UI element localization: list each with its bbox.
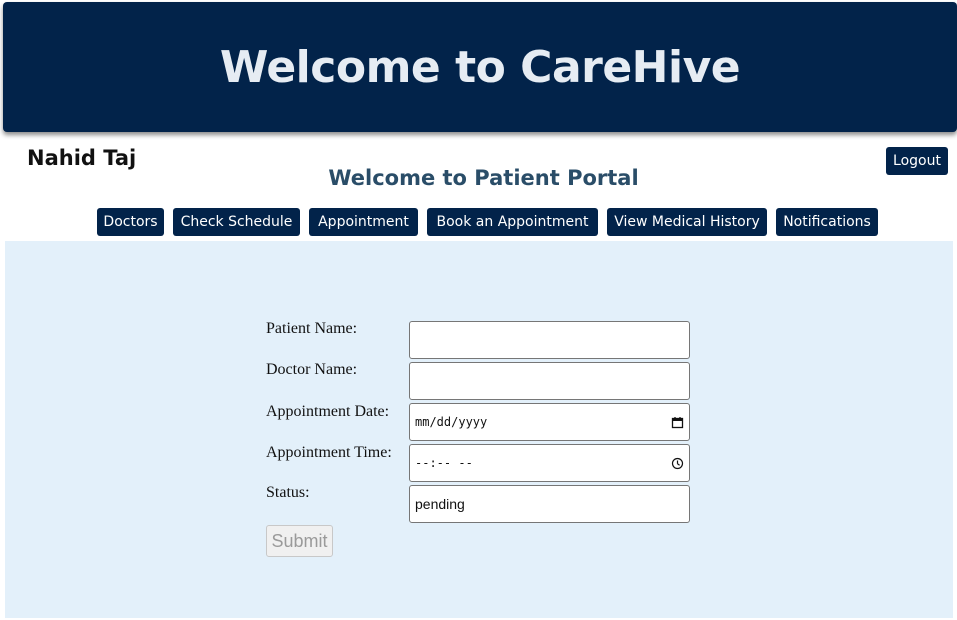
nav-appointment-button[interactable]: Appointment bbox=[309, 208, 418, 236]
nav-doctors-button[interactable]: Doctors bbox=[97, 208, 164, 236]
doctor-name-label: Doctor Name: bbox=[266, 361, 358, 378]
header-banner: Welcome to CareHive bbox=[3, 2, 957, 132]
calendar-icon[interactable] bbox=[671, 416, 684, 429]
nav-notifications-button[interactable]: Notifications bbox=[776, 208, 878, 236]
app-title: Welcome to CareHive bbox=[219, 41, 741, 93]
nav-check-schedule-button[interactable]: Check Schedule bbox=[173, 208, 300, 236]
status-input[interactable] bbox=[409, 485, 690, 523]
doctor-name-input[interactable] bbox=[409, 362, 690, 400]
nav-medical-history-button[interactable]: View Medical History bbox=[607, 208, 767, 236]
patient-name-label: Patient Name: bbox=[266, 320, 358, 337]
time-placeholder: --:-- -- bbox=[415, 456, 473, 470]
appointment-date-input[interactable]: mm/dd/yyyy bbox=[409, 403, 690, 441]
portal-title: Welcome to Patient Portal bbox=[328, 166, 639, 190]
submit-button[interactable]: Submit bbox=[266, 525, 333, 557]
patient-name-input[interactable] bbox=[409, 321, 690, 359]
clock-icon[interactable] bbox=[671, 457, 684, 470]
appointment-date-label: Appointment Date: bbox=[266, 403, 390, 420]
appointment-time-input[interactable]: --:-- -- bbox=[409, 444, 690, 482]
nav-book-appointment-button[interactable]: Book an Appointment bbox=[427, 208, 598, 236]
appointment-time-label: Appointment Time: bbox=[266, 444, 392, 461]
main-nav: Doctors Check Schedule Appointment Book … bbox=[0, 208, 957, 236]
date-placeholder: mm/dd/yyyy bbox=[415, 415, 488, 429]
status-label: Status: bbox=[266, 484, 310, 501]
